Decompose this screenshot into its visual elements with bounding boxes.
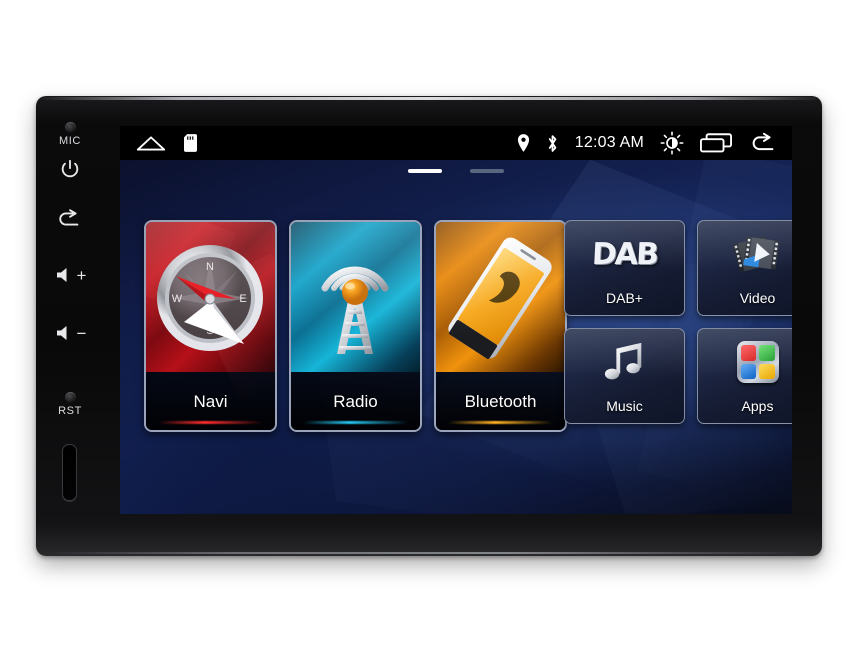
tile-video-label: Video [739,290,776,306]
mic-label: MIC [59,135,81,147]
page-dot-inactive[interactable] [470,169,504,173]
back-arrow-icon [59,209,79,226]
compass-icon: N S E W [157,245,263,351]
back-button[interactable] [36,208,104,235]
tile-apps-label: Apps [741,398,774,414]
volume-up-sign: + [76,265,87,285]
radio-tower-icon [321,266,389,354]
apps-cell-green [759,345,775,361]
speaker-icon [56,268,67,282]
apps-cell-yellow [759,363,775,379]
dab-logo-icon: DAB [565,229,684,279]
svg-text:N: N [206,261,214,273]
location-pin-icon [517,134,530,152]
tile-navi-label: Navi [193,392,228,411]
tile-navi[interactable]: N S E W Navi [144,220,277,432]
car-head-unit: MIC + − RST 12:03 AM N E W Navi Radio Bl… [36,96,822,556]
tile-music-label: Music [606,398,643,414]
recents-icon[interactable] [700,133,732,153]
tile-dab-label: DAB+ [606,290,643,306]
touchscreen[interactable]: 12:03 AM N E W Navi Radio Bluetooth DAB … [120,126,792,514]
mic-button: MIC [36,122,104,147]
apps-cell-blue [740,363,756,379]
volume-down-button[interactable]: − [36,324,104,347]
left-bezel: MIC + − RST [36,96,104,556]
tile-radio[interactable]: Radio [289,220,422,432]
svg-text:E: E [239,293,246,305]
apps-grid-frame [736,341,779,383]
sd-card-icon[interactable] [184,134,197,152]
reset-pinhole-icon [64,392,76,403]
tile-bluetooth[interactable]: Bluetooth [434,220,567,432]
tile-radio-art [291,222,420,372]
volume-up-button[interactable]: + [36,266,104,289]
tile-bluetooth-label: Bluetooth [464,392,537,411]
page-indicator [120,169,792,173]
back-icon[interactable] [748,132,778,154]
primary-tile-row: N S E W Navi [144,220,567,432]
page-dot-active[interactable] [408,169,442,173]
power-icon [61,159,79,178]
music-note-icon [565,337,684,387]
tile-navi-art: N S E W [146,222,275,401]
tile-music[interactable]: Music [564,328,685,424]
sd-card-slot[interactable] [62,444,77,501]
speaker-icon [56,326,67,340]
status-clock: 12:03 AM [574,134,644,151]
power-button[interactable] [36,158,104,185]
tile-navi-accent [158,421,263,424]
screenshot-stage: MIC + − RST 12:03 AM N E W Navi Radio Bl… [0,0,860,645]
secondary-tile-grid: DAB DAB+ Video Music Apps [564,220,792,424]
reset-button[interactable]: RST [36,392,104,417]
volume-down-sign: − [76,323,87,343]
tile-bluetooth-accent [448,421,553,424]
apps-grid-icon [698,337,792,387]
tile-apps[interactable]: Apps [697,328,792,424]
tile-dab[interactable]: DAB DAB+ [564,220,685,316]
home-icon[interactable] [136,134,166,152]
tile-radio-accent [303,421,408,424]
svg-text:W: W [172,293,183,305]
film-play-icon [698,229,792,279]
status-bar: 12:03 AM [120,126,792,160]
phone-handset-icon [448,237,552,359]
dab-wordmark: DAB [591,236,658,272]
apps-cell-red [740,345,756,361]
reset-label: RST [58,405,82,417]
tile-radio-label: Radio [333,392,378,411]
mic-icon [64,122,76,133]
tile-video[interactable]: Video [697,220,792,316]
tile-bluetooth-art [436,222,565,372]
brightness-icon[interactable] [660,131,684,155]
bluetooth-icon [546,134,559,153]
